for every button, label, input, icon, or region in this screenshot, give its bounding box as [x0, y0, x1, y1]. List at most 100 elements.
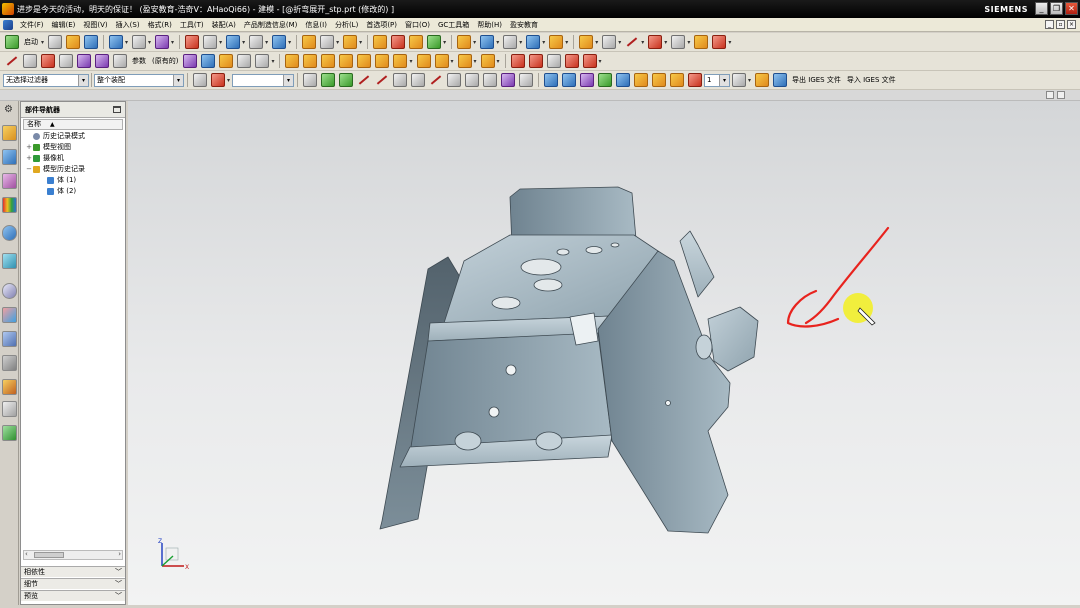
mid-point-icon[interactable]	[375, 73, 389, 87]
feature-icon[interactable]	[373, 35, 388, 49]
menu-gc-toolkit[interactable]: GC工具箱	[434, 20, 473, 30]
preview-section[interactable]: 预览 ﹀	[21, 590, 125, 601]
point-on-face-icon[interactable]	[519, 73, 534, 87]
close-button[interactable]: ✕	[1065, 2, 1078, 15]
edit-param-icon[interactable]	[183, 54, 198, 68]
offset-curve-icon[interactable]	[59, 54, 73, 68]
datum-icon[interactable]	[579, 35, 594, 49]
intersection-icon[interactable]	[411, 73, 426, 87]
reuse-library-icon[interactable]	[2, 197, 17, 213]
point-on-curve-icon[interactable]	[501, 73, 516, 87]
control-point-icon[interactable]	[393, 73, 408, 87]
expand-icon[interactable]: +	[25, 142, 33, 153]
import-iges-icon[interactable]	[773, 73, 788, 87]
sheet-metal-bracket[interactable]	[379, 186, 759, 534]
menu-file[interactable]: 文件(F)	[16, 20, 48, 30]
new-file-icon[interactable]	[48, 35, 63, 49]
select-inside-icon[interactable]	[303, 73, 318, 87]
sm-flat-pattern-icon[interactable]	[393, 54, 408, 68]
box-feature-icon[interactable]	[391, 35, 406, 49]
wcs-icon[interactable]	[544, 73, 559, 87]
model-view[interactable]: X Z	[128, 101, 1080, 605]
open-file-icon[interactable]	[66, 35, 81, 49]
project-curve-icon[interactable]	[41, 54, 55, 68]
redo-icon[interactable]	[132, 35, 147, 49]
tree-row[interactable]: − 模型历史记录	[21, 164, 125, 175]
sm-punch-icon[interactable]	[457, 54, 472, 68]
menu-pmi[interactable]: 产品制造信息(M)	[240, 20, 302, 30]
sm-contour-icon[interactable]	[321, 54, 336, 68]
work-layer-select[interactable]: 1 ▾	[704, 73, 731, 87]
wcs-orient-icon[interactable]	[562, 73, 577, 87]
sm-bead-icon[interactable]	[480, 54, 495, 68]
end-point-icon[interactable]	[357, 73, 371, 87]
pattern-icon[interactable]	[95, 54, 109, 68]
display-mode-icon[interactable]	[203, 35, 218, 49]
menu-format[interactable]: 格式(R)	[144, 20, 176, 30]
tree-row[interactable]: 体 (2)	[21, 186, 125, 197]
options-icon[interactable]	[1057, 91, 1065, 99]
menu-yingan[interactable]: 盈安教育	[506, 20, 542, 30]
restore-button[interactable]: ❐	[1050, 2, 1063, 15]
export-iges-button[interactable]: 导出 IGES 文件	[792, 75, 841, 85]
web-browser-icon[interactable]	[2, 225, 17, 241]
wcs-display-icon[interactable]	[634, 73, 649, 87]
menu-tools[interactable]: 工具(T)	[176, 20, 208, 30]
scroll-thumb[interactable]	[34, 552, 64, 558]
menu-assembly[interactable]: 装配(A)	[208, 20, 240, 30]
doc-restore-button[interactable]: ▫	[1056, 20, 1065, 29]
tree-row[interactable]: 体 (1)	[21, 175, 125, 186]
sm-rebend-icon[interactable]	[375, 54, 390, 68]
copy-to-layer-icon[interactable]	[688, 73, 703, 87]
trim-body-icon[interactable]	[549, 35, 564, 49]
circle-center-icon[interactable]	[465, 73, 480, 87]
menu-window[interactable]: 窗口(O)	[401, 20, 434, 30]
collapse-icon[interactable]: −	[25, 164, 33, 175]
layer-settings-icon[interactable]	[302, 35, 317, 49]
assembly-icon[interactable]	[343, 35, 358, 49]
general-select-icon[interactable]	[211, 73, 225, 87]
params-label[interactable]: 参数	[132, 56, 146, 66]
scroll-left-icon[interactable]: ‹	[25, 550, 28, 558]
doc-minimize-button[interactable]: _	[1045, 20, 1054, 29]
gear-icon[interactable]: ⚙	[4, 104, 15, 115]
sketch-line-icon[interactable]	[5, 54, 19, 68]
wcs-dynamics-icon[interactable]	[616, 73, 631, 87]
arc-center-icon[interactable]	[429, 73, 443, 87]
maximize-panel-icon[interactable]	[113, 106, 121, 113]
mesh-icon[interactable]	[77, 54, 91, 68]
system-materials-icon[interactable]	[2, 307, 17, 323]
move-to-layer-icon[interactable]	[670, 73, 685, 87]
curve-icon[interactable]	[648, 35, 663, 49]
tree-row[interactable]: 历史记录模式	[21, 131, 125, 142]
measure-icon[interactable]	[712, 35, 727, 49]
menu-help[interactable]: 帮助(H)	[473, 20, 506, 30]
sm-relief-icon[interactable]	[434, 54, 449, 68]
sm-corner-icon[interactable]	[416, 54, 431, 68]
mirror-icon[interactable]	[113, 54, 127, 68]
bridge-curve-icon[interactable]	[564, 54, 579, 68]
offset-region-icon[interactable]	[255, 54, 270, 68]
snap-filter-icon[interactable]	[193, 73, 207, 87]
manufacturing-wizard-icon[interactable]	[2, 355, 17, 371]
navigator-hscrollbar[interactable]: ‹ ›	[23, 550, 123, 560]
render-style-icon[interactable]	[226, 35, 241, 49]
sm-unbend-icon[interactable]	[357, 54, 372, 68]
expand-icon[interactable]: +	[25, 153, 33, 164]
part-navigator-icon[interactable]	[2, 173, 17, 189]
history-icon[interactable]	[2, 253, 17, 269]
snap-enable-icon[interactable]	[339, 73, 354, 87]
assembly-scope-select[interactable]: 整个装配 ▾	[94, 73, 184, 87]
assembly-navigator-icon[interactable]	[2, 125, 17, 141]
blend-icon[interactable]	[480, 35, 495, 49]
extrude-icon[interactable]	[409, 35, 424, 49]
existing-point-icon[interactable]	[483, 73, 498, 87]
fillet-curve-icon[interactable]	[546, 54, 561, 68]
view-frame-icon[interactable]	[249, 35, 264, 49]
menu-preferences[interactable]: 首选项(P)	[362, 20, 401, 30]
resize-face-icon[interactable]	[237, 54, 252, 68]
sheet-icon[interactable]	[320, 35, 335, 49]
start-icon[interactable]	[5, 35, 19, 49]
system-scenes-icon[interactable]	[2, 401, 17, 417]
constraint-navigator-icon[interactable]	[2, 149, 17, 165]
